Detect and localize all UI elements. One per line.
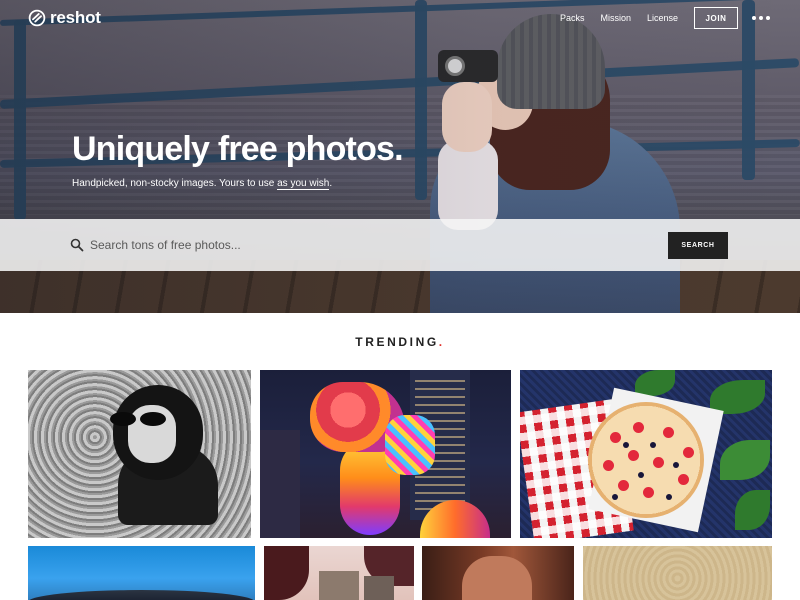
more-dots-icon[interactable]	[752, 16, 770, 20]
nav-link-license[interactable]: License	[647, 13, 678, 23]
trending-dot: .	[438, 335, 445, 349]
search-button[interactable]: SEARCH	[668, 232, 728, 259]
photo-blue-sky-hills[interactable]	[28, 546, 255, 600]
reshot-logo-icon	[28, 9, 46, 27]
hero-subtitle: Handpicked, non-stocky images. Yours to …	[72, 178, 333, 190]
sunglasses	[110, 412, 174, 426]
photo-hills	[28, 590, 255, 600]
pizza	[588, 402, 704, 518]
join-button[interactable]: JOIN	[694, 7, 738, 29]
hero-subtitle-text: Handpicked, non-stocky images. Yours to …	[72, 178, 278, 189]
photo-subject-face	[462, 556, 532, 600]
photo-leaf	[635, 370, 675, 396]
top-nav: Packs Mission License JOIN	[560, 7, 770, 29]
photo-pizza-raspberries[interactable]	[520, 370, 772, 538]
photo-city-trees[interactable]	[264, 546, 414, 600]
hero-title: Uniquely free photos.	[72, 130, 404, 168]
hero-subtitle-link[interactable]: as you wish	[277, 178, 330, 190]
search-icon	[70, 238, 84, 252]
photo-building	[260, 430, 300, 538]
photo-sand-texture[interactable]	[583, 546, 772, 600]
nav-link-packs[interactable]: Packs	[560, 13, 585, 23]
site-logo[interactable]: reshot	[28, 8, 101, 28]
photo-building	[319, 571, 359, 600]
search-input[interactable]	[90, 231, 650, 259]
trending-label: TRENDING	[355, 335, 439, 349]
photo-building	[364, 576, 394, 600]
photo-woman-sunglasses-bw[interactable]	[28, 370, 251, 538]
logo-text: reshot	[50, 8, 101, 27]
photo-leaf	[735, 490, 770, 530]
hero-subtitle-end: .	[329, 178, 333, 189]
dragon-mane	[385, 415, 435, 475]
search-bar: SEARCH	[0, 219, 800, 271]
photo-dragon-lantern[interactable]	[260, 370, 511, 538]
photo-leaf	[720, 440, 770, 480]
hero-banner: reshot Packs Mission License JOIN Unique…	[0, 0, 800, 313]
nav-link-mission[interactable]: Mission	[600, 13, 631, 23]
photo-tree	[264, 546, 309, 600]
photo-portrait-warm[interactable]	[422, 546, 574, 600]
trending-heading: TRENDING.	[0, 335, 800, 349]
